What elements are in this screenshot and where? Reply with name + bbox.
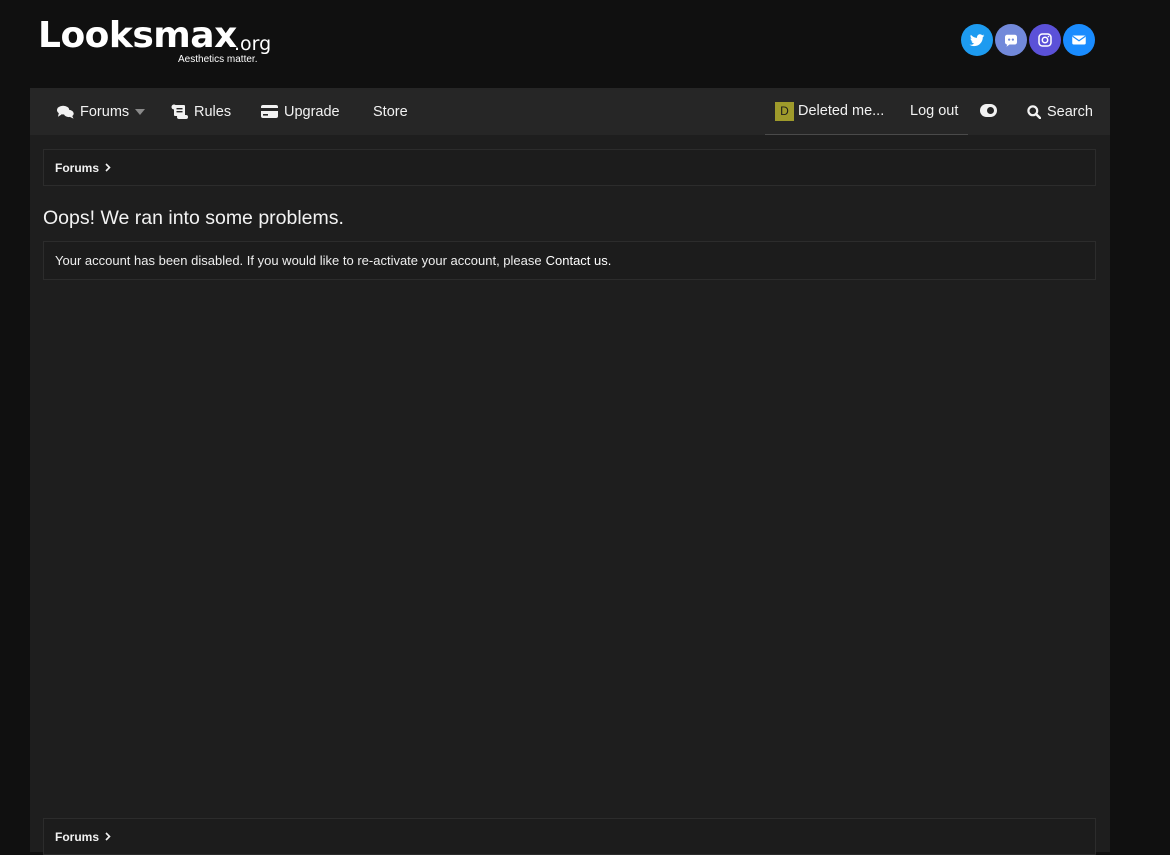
breadcrumb-forums-link[interactable]: Forums — [55, 830, 99, 844]
twitter-button[interactable] — [961, 24, 993, 56]
site-logo[interactable]: Looksmax .org Aesthetics matter. — [38, 14, 272, 70]
instagram-icon — [1038, 33, 1052, 47]
nav-store[interactable]: Store — [373, 88, 408, 135]
discord-button[interactable] — [995, 24, 1027, 56]
nav-search[interactable]: Search — [1027, 88, 1093, 135]
page-title: Oops! We ran into some problems. — [43, 207, 344, 229]
chevron-right-icon — [105, 832, 113, 842]
social-links — [961, 24, 1095, 56]
site-header: Looksmax .org Aesthetics matter. — [0, 0, 1170, 88]
username: Deleted me... — [798, 103, 885, 119]
logo-suffix: .org — [234, 33, 272, 55]
nav-rules[interactable]: Rules — [171, 88, 231, 135]
logo-tagline: Aesthetics matter. — [178, 54, 258, 65]
nav-search-label: Search — [1047, 103, 1093, 120]
breadcrumb-forums-link[interactable]: Forums — [55, 161, 99, 175]
style-variation-toggle[interactable] — [980, 104, 997, 117]
envelope-icon — [1072, 35, 1086, 45]
account-menu: D Deleted me... Log out — [765, 88, 968, 135]
nav-forums[interactable]: Forums — [57, 88, 129, 135]
nav-upgrade-label: Upgrade — [284, 103, 340, 120]
contact-us-link[interactable]: Contact us. — [546, 253, 612, 268]
email-button[interactable] — [1063, 24, 1095, 56]
caret-down-icon — [135, 109, 145, 115]
scroll-icon — [171, 104, 188, 119]
instagram-button[interactable] — [1029, 24, 1061, 56]
avatar: D — [775, 101, 794, 121]
main-navbar: Forums Rules Upgrade Store D Deleted me.… — [30, 88, 1110, 135]
forums-dropdown-toggle[interactable] — [134, 106, 146, 118]
nav-forums-label: Forums — [80, 103, 130, 120]
logo-text: Looksmax — [38, 15, 237, 56]
chevron-right-icon — [105, 163, 113, 173]
credit-card-icon — [261, 105, 278, 118]
discord-icon — [1005, 34, 1017, 47]
page-container: Forums Rules Upgrade Store D Deleted me.… — [30, 88, 1110, 855]
error-message-block: Your account has been disabled. If you w… — [43, 241, 1096, 280]
logout-link[interactable]: Log out — [910, 88, 958, 134]
comments-icon — [57, 105, 74, 119]
twitter-icon — [969, 34, 985, 47]
logout-label: Log out — [910, 103, 959, 119]
nav-rules-label: Rules — [194, 103, 232, 120]
nav-store-label: Store — [373, 103, 408, 120]
breadcrumb-bottom: Forums — [43, 818, 1096, 855]
breadcrumb-top: Forums — [43, 149, 1096, 186]
error-message-text: Your account has been disabled. If you w… — [55, 253, 542, 268]
account-link[interactable]: D Deleted me... — [775, 88, 884, 134]
nav-upgrade[interactable]: Upgrade — [261, 88, 340, 135]
search-icon — [1027, 104, 1041, 119]
